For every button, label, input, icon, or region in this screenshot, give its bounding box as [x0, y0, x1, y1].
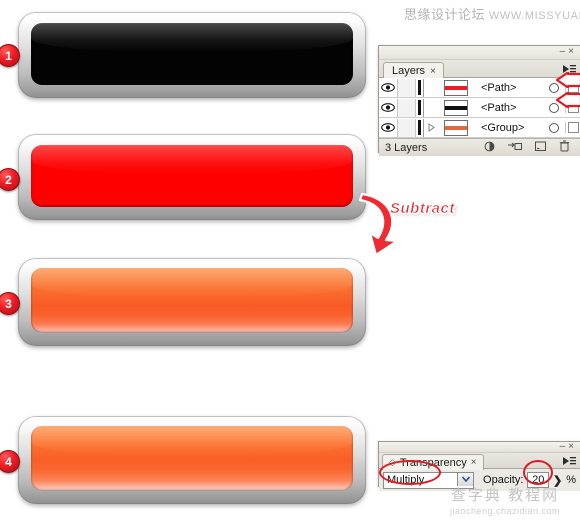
- button-gloss: [31, 268, 353, 298]
- create-new-layer-icon[interactable]: [535, 141, 546, 155]
- watermark-bottom-url: jiaocheng.chazidian.com: [449, 506, 561, 517]
- layer-color-bar: [416, 78, 424, 97]
- tab-close-icon[interactable]: ×: [471, 457, 477, 468]
- lock-toggle[interactable]: [398, 118, 416, 137]
- thumb-swatch: [444, 99, 468, 116]
- step-1-button: [18, 12, 366, 98]
- percent-label: %: [566, 474, 576, 486]
- create-new-sublayer-icon[interactable]: [508, 141, 522, 155]
- button-face-red: [31, 145, 353, 207]
- layer-color-bar: [416, 118, 424, 137]
- layer-thumbnail: [438, 99, 474, 116]
- layer-name: <Group>: [481, 121, 525, 134]
- button-face-orange-gradient: [31, 268, 353, 333]
- step-badge-4: 4: [0, 450, 20, 473]
- target-indicator-icon[interactable]: [543, 122, 565, 133]
- tab-transparency-label: Transparency: [399, 456, 467, 469]
- layers-panel: –× Layers × <Path> <Path> <Group> 3 Laye…: [378, 45, 580, 156]
- thumb-swatch: [444, 119, 468, 136]
- table-row[interactable]: <Group>: [379, 118, 580, 138]
- visibility-eye-icon[interactable]: [379, 98, 398, 117]
- opacity-label: Opacity:: [483, 474, 524, 486]
- step-badge-4-label: 4: [5, 454, 12, 469]
- table-row[interactable]: <Path>: [379, 78, 580, 98]
- watermark-top: 思缘设计论坛 WWW.MISSYUAN.COM: [404, 4, 580, 23]
- transparency-panel-titlebar: –×: [379, 442, 580, 453]
- thumb-swatch: [444, 79, 468, 96]
- layer-thumbnail: [438, 79, 474, 96]
- callout-arrow-path-2-icon: [556, 92, 580, 108]
- table-row[interactable]: <Path>: [379, 98, 580, 118]
- minimize-icon[interactable]: –: [560, 441, 569, 452]
- step-badge-2-label: 2: [5, 172, 12, 187]
- opacity-input[interactable]: 20: [527, 472, 549, 488]
- layer-rows: <Path> <Path> <Group>: [379, 78, 580, 138]
- panel-menu-icon[interactable]: [561, 454, 577, 467]
- layers-panel-footer: 3 Layers: [379, 138, 580, 156]
- lock-toggle[interactable]: [398, 78, 416, 97]
- visibility-eye-icon[interactable]: [379, 78, 398, 97]
- layers-window-buttons[interactable]: –×: [560, 46, 577, 58]
- opacity-stepper-arrow-icon[interactable]: ❯: [553, 474, 562, 487]
- minimize-icon[interactable]: –: [560, 46, 569, 57]
- subtract-label: Subtract: [390, 200, 455, 218]
- close-icon[interactable]: ×: [568, 46, 577, 57]
- chevron-right-icon[interactable]: [424, 123, 438, 132]
- transparency-tabstrip: ◇ Transparency ×: [379, 453, 580, 470]
- close-icon[interactable]: ×: [568, 441, 577, 452]
- step-badge-3: 3: [0, 292, 20, 315]
- make-clipping-mask-icon[interactable]: [484, 141, 495, 155]
- layer-name: <Path>: [481, 101, 517, 114]
- layer-count-label: 3 Layers: [385, 141, 428, 154]
- watermark-top-cn: 思缘设计论坛: [404, 7, 486, 22]
- transparency-window-buttons[interactable]: –×: [560, 442, 577, 452]
- step-4-button: [18, 416, 366, 504]
- opacity-value: 20: [532, 474, 545, 486]
- tab-layers[interactable]: Layers ×: [383, 62, 444, 79]
- step-badge-3-label: 3: [5, 296, 12, 311]
- layer-name: <Path>: [481, 81, 517, 94]
- button-gloss: [31, 23, 353, 52]
- panel-grip-icon: ◇: [389, 457, 396, 467]
- canvas: 思缘设计论坛 WWW.MISSYUAN.COM 1 2 3: [0, 0, 580, 520]
- layers-footer-icons: [484, 140, 580, 155]
- lock-toggle[interactable]: [398, 98, 416, 117]
- step-badge-1-label: 1: [5, 48, 12, 63]
- visibility-eye-icon[interactable]: [379, 118, 398, 137]
- tab-layers-label: Layers: [392, 65, 426, 77]
- watermark-bottom-cn: 查字典 教程网: [450, 487, 560, 504]
- button-face-orange-multiply: [31, 426, 353, 491]
- layer-thumbnail: [438, 119, 474, 136]
- step-2-button: [18, 134, 366, 220]
- delete-selection-icon[interactable]: [559, 140, 570, 155]
- layers-panel-titlebar: –×: [379, 46, 580, 60]
- tab-transparency[interactable]: ◇ Transparency ×: [382, 454, 484, 470]
- button-face-black: [31, 23, 353, 85]
- watermark-bottom: 查字典 教程网 jiaocheng.chazidian.com: [430, 487, 580, 517]
- watermark-top-url: WWW.MISSYUAN.COM: [488, 10, 580, 22]
- layers-tabstrip: Layers ×: [379, 60, 580, 79]
- blend-mode-select[interactable]: Multiply: [383, 471, 475, 489]
- transparency-panel: –× ◇ Transparency × Multiply Opacity: 20: [378, 441, 580, 491]
- chevron-down-icon[interactable]: [457, 472, 474, 486]
- step-badge-1: 1: [0, 44, 20, 67]
- blend-mode-value: Multiply: [387, 474, 425, 486]
- step-3-button: [18, 258, 366, 346]
- subtract-curved-arrow-icon: [358, 192, 399, 257]
- layer-color-bar: [416, 98, 424, 117]
- button-gloss: [31, 145, 353, 174]
- tab-close-icon[interactable]: ×: [430, 66, 436, 77]
- step-badge-2: 2: [0, 168, 20, 191]
- callout-arrow-path-1-icon: [556, 72, 580, 88]
- button-gloss: [31, 426, 353, 456]
- selection-square[interactable]: [565, 122, 580, 133]
